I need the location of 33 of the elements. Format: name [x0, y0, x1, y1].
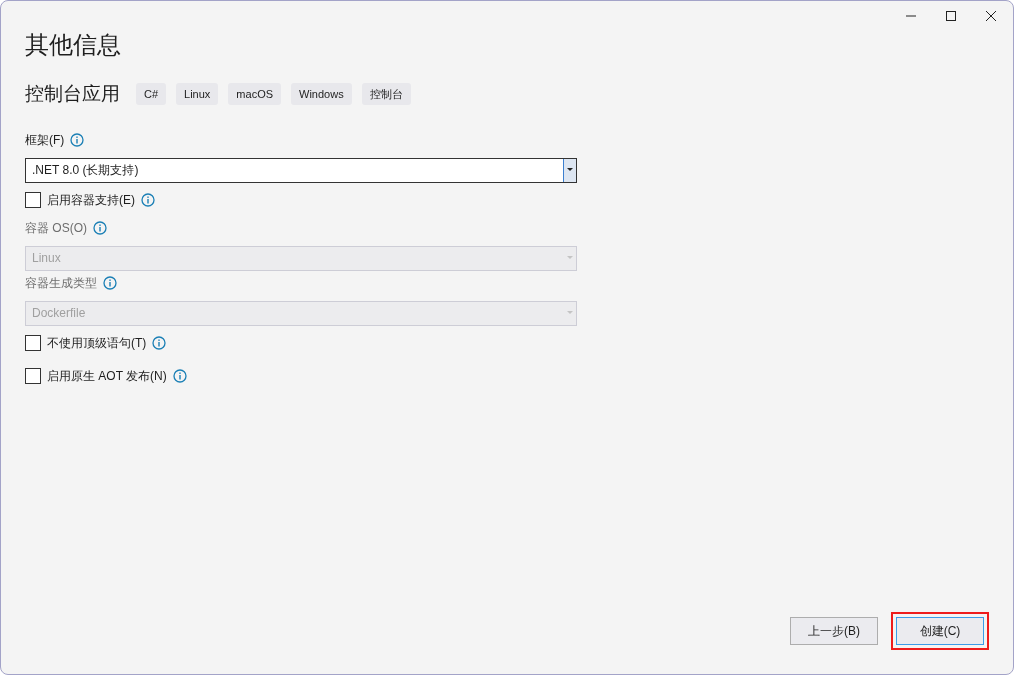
dropdown-value: Dockerfile — [31, 305, 87, 322]
project-tag: macOS — [228, 83, 282, 106]
info-icon[interactable] — [70, 132, 85, 147]
info-icon[interactable] — [172, 368, 187, 383]
project-tag: Windows — [291, 83, 352, 106]
field-label: 框架(F) — [25, 131, 65, 149]
checkbox-label: 启用原生 AOT 发布(N) — [47, 367, 167, 385]
checkbox[interactable] — [25, 191, 41, 208]
dropdown[interactable]: .NET 8.0 (长期支持) — [25, 157, 577, 183]
info-icon[interactable] — [141, 192, 155, 207]
field-label: 容器生成类型 — [25, 274, 97, 292]
checkbox-label: 不使用顶级语句(T) — [47, 334, 147, 352]
caret-icon — [566, 256, 573, 260]
project-tag: C# — [136, 83, 167, 106]
dialog-button[interactable]: 创建(C) — [896, 617, 984, 645]
close-icon — [985, 10, 997, 22]
caret-icon — [567, 168, 573, 172]
dropdown-value: Linux — [31, 250, 62, 267]
info-icon[interactable] — [93, 220, 107, 235]
project-tag: Linux — [176, 83, 219, 106]
checkbox[interactable] — [25, 367, 41, 384]
project-tag: 控制台 — [361, 83, 411, 106]
project-name: 控制台应用 — [25, 82, 120, 106]
info-icon[interactable] — [103, 275, 117, 290]
caret-icon — [566, 311, 573, 315]
dropdown-value: .NET 8.0 (长期支持) — [31, 162, 140, 179]
dialog-title: 其他信息 — [25, 30, 121, 60]
field-label: 容器 OS(O) — [25, 219, 87, 237]
dialog-button[interactable]: 上一步(B) — [790, 617, 878, 645]
info-icon[interactable] — [152, 335, 167, 350]
checkbox-label: 启用容器支持(E) — [47, 191, 135, 209]
maximize-icon — [945, 10, 957, 22]
checkbox[interactable] — [25, 334, 41, 351]
